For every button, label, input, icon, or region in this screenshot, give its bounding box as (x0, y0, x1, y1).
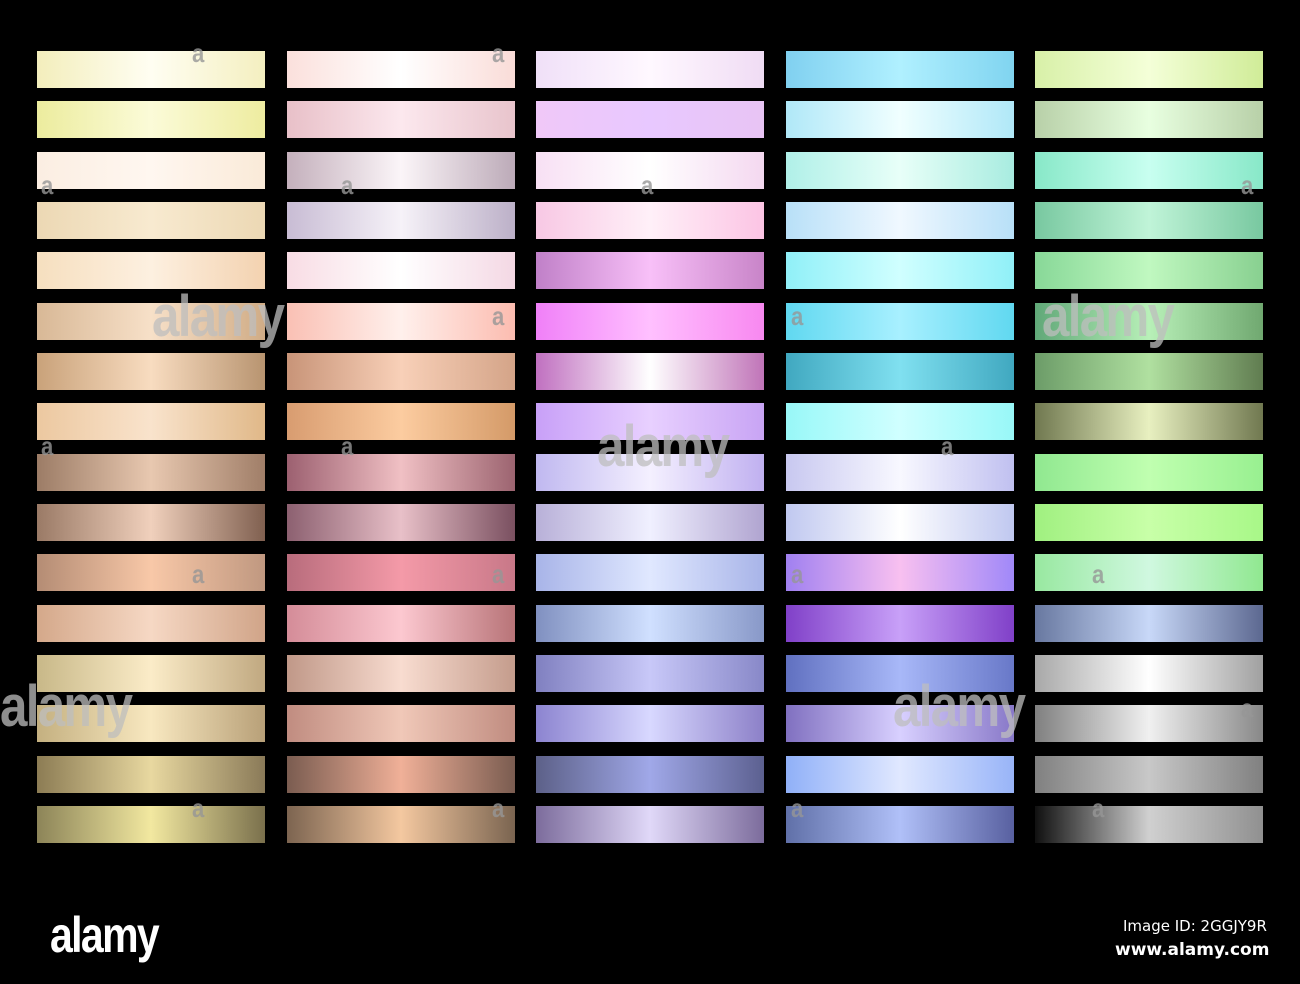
gradient-swatch-cyan-blue-9 (786, 454, 1014, 491)
gradient-swatch-cyan-blue-13 (786, 655, 1014, 692)
gradient-swatch-gold-cream-16 (37, 806, 265, 843)
gradient-swatch-green-silver-11 (1035, 554, 1263, 591)
gradient-swatch-green-silver-1 (1035, 51, 1263, 88)
gradient-swatch-pink-rose-4 (287, 202, 515, 239)
alamy-logo: alamy (50, 907, 160, 963)
gradient-swatch-lavender-violet-16 (536, 806, 764, 843)
gradient-swatch-cyan-blue-7 (786, 353, 1014, 390)
gradient-swatch-green-silver-15 (1035, 756, 1263, 793)
gradient-swatch-gold-cream-13 (37, 655, 265, 692)
gradient-swatch-green-silver-7 (1035, 353, 1263, 390)
gradient-swatch-green-silver-4 (1035, 202, 1263, 239)
gradient-swatch-green-silver-8 (1035, 403, 1263, 440)
gradient-swatch-pink-rose-2 (287, 101, 515, 138)
gradient-swatch-pink-rose-6 (287, 303, 515, 340)
gradient-swatch-cyan-blue-11 (786, 554, 1014, 591)
gradient-swatch-cyan-blue-1 (786, 51, 1014, 88)
gradient-swatch-lavender-violet-13 (536, 655, 764, 692)
gradient-swatch-gold-cream-4 (37, 202, 265, 239)
gradient-swatch-pink-rose-11 (287, 554, 515, 591)
site-url: www.alamy.com (1115, 940, 1270, 960)
gradient-swatch-green-silver-10 (1035, 504, 1263, 541)
gradient-swatch-gold-cream-15 (37, 756, 265, 793)
gradient-swatch-pink-rose-14 (287, 705, 515, 742)
gradient-swatch-green-silver-9 (1035, 454, 1263, 491)
gradient-swatch-pink-rose-10 (287, 504, 515, 541)
gradient-swatch-lavender-violet-2 (536, 101, 764, 138)
gradient-swatch-green-silver-13 (1035, 655, 1263, 692)
gradient-swatch-cyan-blue-14 (786, 705, 1014, 742)
gradient-swatch-gold-cream-12 (37, 605, 265, 642)
gradient-swatch-green-silver-14 (1035, 705, 1263, 742)
gradient-swatch-lavender-violet-8 (536, 403, 764, 440)
gradient-swatch-cyan-blue-4 (786, 202, 1014, 239)
gradient-swatch-lavender-violet-15 (536, 756, 764, 793)
gradient-swatch-green-silver-3 (1035, 152, 1263, 189)
gradient-swatch-green-silver-12 (1035, 605, 1263, 642)
image-id: Image ID: 2GGJY9R (1123, 917, 1267, 935)
gradient-swatch-cyan-blue-12 (786, 605, 1014, 642)
gradient-swatch-lavender-violet-9 (536, 454, 764, 491)
gradient-swatch-gold-cream-14 (37, 705, 265, 742)
gradient-swatch-pink-rose-5 (287, 252, 515, 289)
gradient-swatch-pink-rose-7 (287, 353, 515, 390)
gradient-swatch-lavender-violet-14 (536, 705, 764, 742)
gradient-swatch-lavender-violet-12 (536, 605, 764, 642)
gradient-swatch-gold-cream-8 (37, 403, 265, 440)
gradient-swatch-gold-cream-10 (37, 504, 265, 541)
gradient-swatch-pink-rose-12 (287, 605, 515, 642)
gradient-swatch-lavender-violet-6 (536, 303, 764, 340)
gradient-swatch-pink-rose-13 (287, 655, 515, 692)
gradient-swatch-gold-cream-3 (37, 152, 265, 189)
gradient-swatch-pink-rose-9 (287, 454, 515, 491)
gradient-swatch-lavender-violet-3 (536, 152, 764, 189)
gradient-swatch-cyan-blue-10 (786, 504, 1014, 541)
gradient-swatch-cyan-blue-5 (786, 252, 1014, 289)
gradient-swatch-gold-cream-9 (37, 454, 265, 491)
gradient-swatch-cyan-blue-3 (786, 152, 1014, 189)
gradient-swatch-gold-cream-5 (37, 252, 265, 289)
gradient-swatch-cyan-blue-16 (786, 806, 1014, 843)
gradient-swatch-lavender-violet-11 (536, 554, 764, 591)
gradient-swatch-cyan-blue-8 (786, 403, 1014, 440)
gradient-swatch-gold-cream-1 (37, 51, 265, 88)
gradient-swatch-gold-cream-2 (37, 101, 265, 138)
gradient-swatch-pink-rose-8 (287, 403, 515, 440)
gradient-swatch-lavender-violet-10 (536, 504, 764, 541)
gradient-swatch-green-silver-16 (1035, 806, 1263, 843)
gradient-swatch-green-silver-6 (1035, 303, 1263, 340)
gradient-swatch-pink-rose-15 (287, 756, 515, 793)
gradient-swatch-gold-cream-11 (37, 554, 265, 591)
gradient-swatch-lavender-violet-4 (536, 202, 764, 239)
gradient-swatch-lavender-violet-1 (536, 51, 764, 88)
gradient-swatch-cyan-blue-2 (786, 101, 1014, 138)
gradient-swatch-lavender-violet-5 (536, 252, 764, 289)
gradient-swatch-pink-rose-3 (287, 152, 515, 189)
gradient-swatch-green-silver-5 (1035, 252, 1263, 289)
gradient-swatch-cyan-blue-15 (786, 756, 1014, 793)
gradient-swatch-green-silver-2 (1035, 101, 1263, 138)
gradient-swatch-gold-cream-6 (37, 303, 265, 340)
gradient-swatch-lavender-violet-7 (536, 353, 764, 390)
swatch-grid (0, 0, 1300, 860)
gradient-swatch-pink-rose-1 (287, 51, 515, 88)
gradient-swatch-gold-cream-7 (37, 353, 265, 390)
gradient-swatch-cyan-blue-6 (786, 303, 1014, 340)
gradient-swatch-pink-rose-16 (287, 806, 515, 843)
